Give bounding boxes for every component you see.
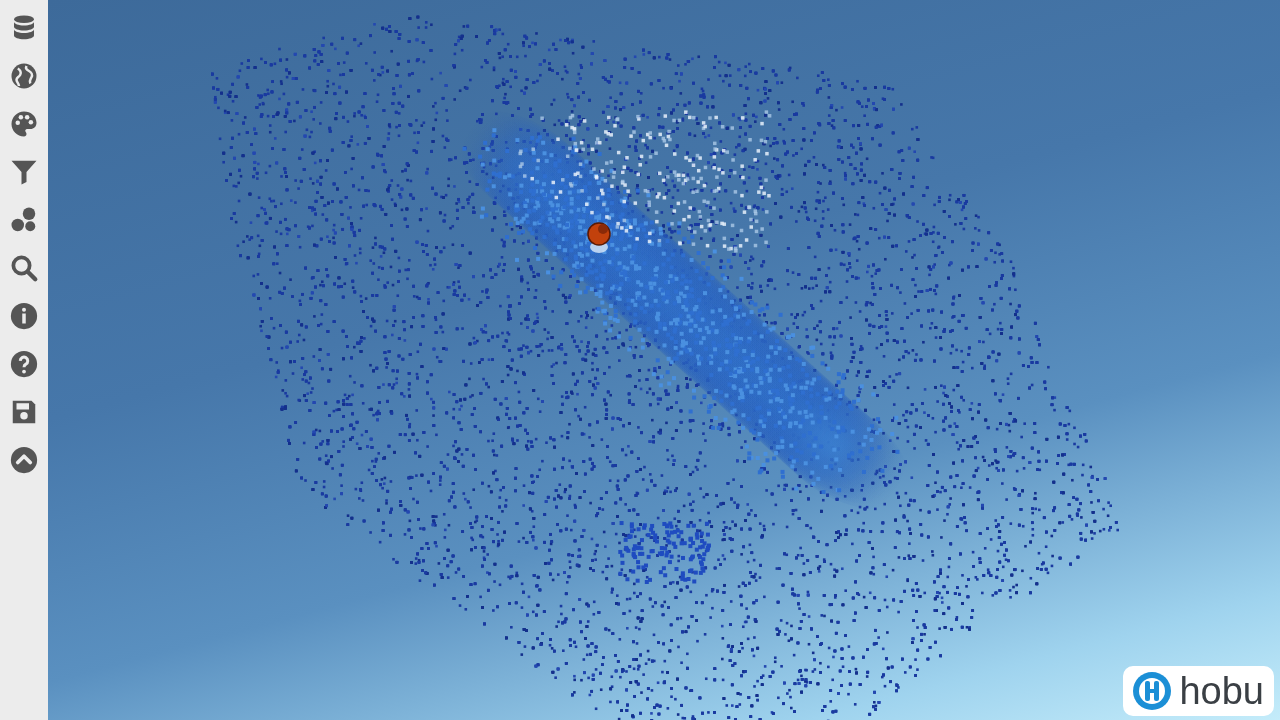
hobu-logo: hobu (1123, 666, 1274, 716)
help-icon[interactable] (8, 348, 40, 380)
palette-icon[interactable] (8, 108, 40, 140)
database-icon[interactable] (8, 12, 40, 44)
filter-icon[interactable] (8, 156, 40, 188)
save-icon[interactable] (8, 396, 40, 428)
toolbar (0, 0, 48, 720)
search-icon[interactable] (8, 252, 40, 284)
logo-text: hobu (1179, 668, 1266, 714)
globe-icon[interactable] (8, 60, 40, 92)
info-icon[interactable] (8, 300, 40, 332)
hobu-logo-icon (1131, 670, 1173, 712)
viewer-canvas-area[interactable]: hobu (48, 0, 1280, 720)
viewer-app: hobu (0, 0, 1280, 720)
collapse-icon[interactable] (8, 444, 40, 476)
cluster-icon[interactable] (8, 204, 40, 236)
point-cloud[interactable] (48, 0, 1280, 720)
